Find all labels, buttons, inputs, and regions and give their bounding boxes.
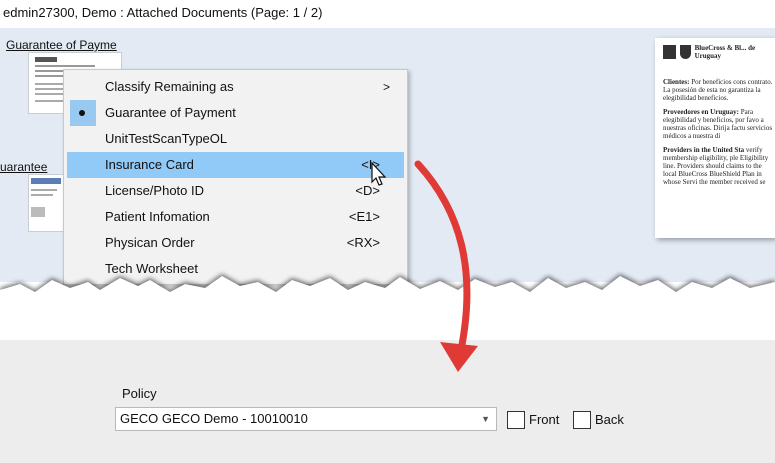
- menu-item-physician-order[interactable]: Physican Order <RX>: [67, 230, 404, 256]
- preview-brand: BlueCross & Bl... de Uruguay: [694, 44, 756, 60]
- menu-item-license-photo-id[interactable]: License/Photo ID <D>: [67, 178, 404, 204]
- menu-item-label: Patient Infomation: [105, 209, 210, 224]
- policy-select[interactable]: GECO GECO Demo - 10010010 ▼: [115, 407, 497, 431]
- front-checkbox[interactable]: [507, 411, 525, 429]
- back-checkbox[interactable]: [573, 411, 591, 429]
- menu-item-classify-remaining[interactable]: Classify Remaining as >: [67, 74, 404, 100]
- menu-item-shortcut: <E1>: [348, 209, 380, 224]
- policy-selected-value: GECO GECO Demo - 10010010: [120, 411, 308, 426]
- menu-item-guarantee-of-payment[interactable]: Guarantee of Payment: [67, 100, 404, 126]
- menu-item-label: Insurance Card: [105, 157, 194, 172]
- menu-item-unittestscantypeol[interactable]: UnitTestScanTypeOL: [67, 126, 404, 152]
- thumbnail-title-1[interactable]: Guarantee of Payme: [6, 38, 122, 52]
- mouse-cursor-icon: [371, 162, 387, 186]
- policy-panel: Policy GECO GECO Demo - 10010010 ▼ Front…: [0, 340, 775, 463]
- insurance-card-thumbnail-icon: [31, 178, 61, 217]
- annotation-arrow-icon: [414, 160, 478, 372]
- policy-label: Policy: [122, 386, 157, 401]
- document-preview: BlueCross & Bl... de Uruguay Clientes: P…: [655, 38, 775, 238]
- preview-para3-head: Providers in the United Sta: [663, 146, 745, 154]
- menu-item-patient-information[interactable]: Patient Infomation <E1>: [67, 204, 404, 230]
- thumbnail-title-2[interactable]: uarantee: [0, 160, 60, 174]
- thumbnail-image-2[interactable]: [28, 174, 64, 232]
- context-menu: Classify Remaining as > Guarantee of Pay…: [63, 69, 408, 285]
- submenu-arrow-icon: >: [382, 80, 390, 94]
- menu-item-insurance-card[interactable]: Insurance Card <I>: [67, 152, 404, 178]
- radio-bullet-icon: [79, 110, 85, 116]
- front-checkbox-label: Front: [529, 412, 560, 427]
- menu-item-label: Guarantee of Payment: [105, 105, 236, 120]
- menu-item-label: License/Photo ID: [105, 183, 205, 198]
- menu-item-label: Physican Order: [105, 235, 195, 250]
- menu-item-shortcut: <RX>: [346, 235, 380, 250]
- back-checkbox-label: Back: [595, 412, 624, 427]
- menu-item-label: Classify Remaining as: [105, 79, 234, 94]
- menu-item-label: UnitTestScanTypeOL: [105, 131, 228, 146]
- preview-para1-head: Clientes:: [663, 78, 690, 86]
- preview-para2-head: Proveedores en Uruguay:: [663, 108, 739, 116]
- chevron-down-icon[interactable]: ▼: [481, 408, 490, 430]
- bluecross-logo-icon: [663, 45, 676, 59]
- blueshield-logo-icon: [679, 45, 691, 59]
- window-title: edmin27300, Demo : Attached Documents (P…: [0, 0, 775, 26]
